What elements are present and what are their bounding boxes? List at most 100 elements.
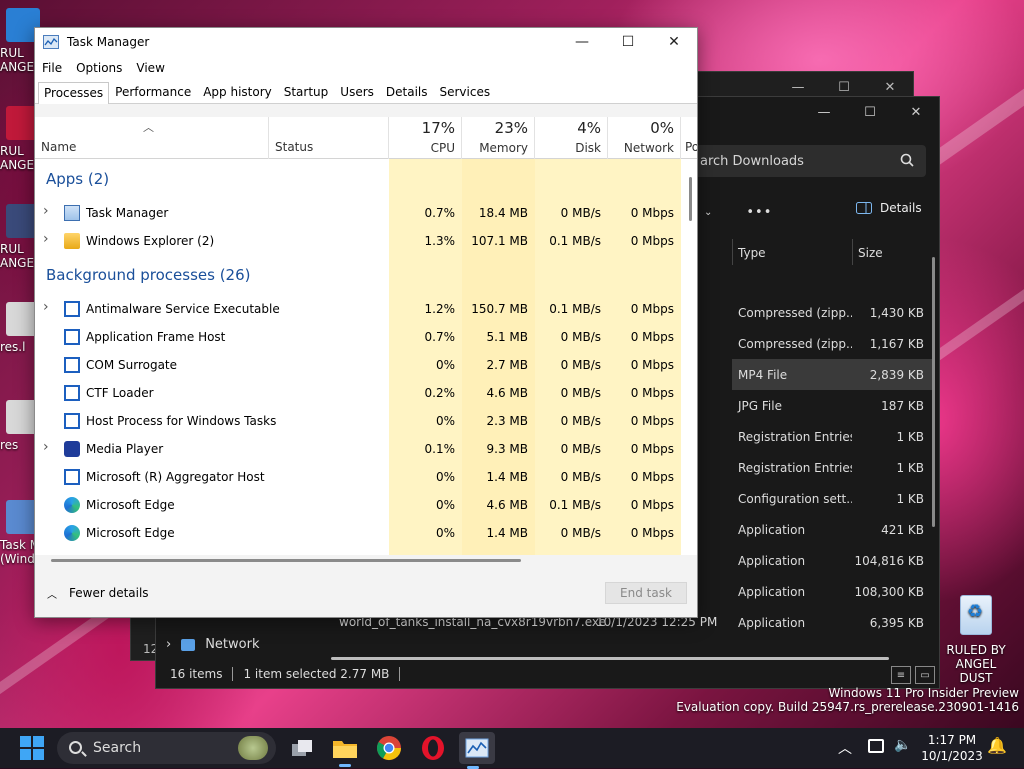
maximize-icon[interactable]: ☐: [605, 28, 651, 56]
process-row[interactable]: CTF Loader 0.2% 4.6 MB 0 MB/s 0 Mbps: [35, 379, 685, 407]
file-row[interactable]: Compressed (zipp... 1,167 KB: [732, 328, 932, 359]
process-row[interactable]: › Antimalware Service Executable 1.2% 150.7…: [35, 295, 685, 323]
header-network[interactable]: 0% Network: [608, 117, 681, 159]
tab-users[interactable]: Users: [334, 81, 380, 103]
process-row[interactable]: Microsoft Edge 0% 1.4 MB 0 MB/s 0 Mbps: [35, 519, 685, 547]
volume-muted-icon[interactable]: 🔈: [894, 737, 911, 753]
tab-performance[interactable]: Performance: [109, 81, 197, 103]
group-header[interactable]: Apps (2): [35, 159, 685, 199]
col-size[interactable]: Size: [858, 239, 883, 267]
nav-network[interactable]: › Network: [166, 637, 259, 652]
file-row[interactable]: Application 104,816 KB: [732, 545, 932, 576]
column-header: ︿ Name Status 17% CPU 23% Memory 4% Disk…: [35, 117, 697, 159]
chevron-right-icon[interactable]: ›: [43, 299, 49, 315]
group-header[interactable]: Background processes (26): [35, 255, 685, 295]
process-mem: 18.4 MB: [478, 206, 528, 220]
fewer-details-link[interactable]: Fewer details: [69, 586, 149, 600]
file-row[interactable]: Application 421 KB: [732, 514, 932, 545]
file-explorer-taskbar-icon[interactable]: [331, 734, 359, 767]
process-mem: 5.1 MB: [486, 330, 528, 344]
task-manager-taskbar-icon[interactable]: [459, 732, 495, 769]
tiles-view-icon[interactable]: ▭: [915, 666, 935, 684]
search-downloads-input[interactable]: arch Downloads: [686, 145, 926, 177]
process-row[interactable]: Application Frame Host 0.7% 5.1 MB 0 MB/s 0 …: [35, 323, 685, 351]
process-mem: 1.4 MB: [486, 526, 528, 540]
process-row[interactable]: › Windows Explorer (2) 1.3% 107.1 MB 0.1 MB/…: [35, 227, 685, 255]
header-disk[interactable]: 4% Disk: [535, 117, 608, 159]
start-button[interactable]: [20, 736, 44, 760]
menu-bar: File Options View: [35, 56, 697, 80]
close-icon[interactable]: ✕: [893, 97, 939, 127]
chevron-right-icon[interactable]: ›: [43, 231, 49, 247]
file-row[interactable]: Registration Entries 1 KB: [732, 421, 932, 452]
tab-processes[interactable]: Processes: [38, 82, 110, 104]
more-options-button[interactable]: •••: [746, 205, 772, 220]
file-row[interactable]: Compressed (zipp... 1,430 KB: [732, 297, 932, 328]
file-type: Registration Entries: [738, 429, 852, 444]
process-disk: 0 MB/s: [560, 358, 601, 372]
col-type[interactable]: Type: [738, 239, 766, 267]
vertical-scrollbar[interactable]: [689, 177, 692, 221]
details-view-icon[interactable]: ≡: [891, 666, 911, 684]
process-row[interactable]: › Media Player 0.1% 9.3 MB 0 MB/s 0 Mbps: [35, 435, 685, 463]
chevron-down-icon[interactable]: ⌄: [704, 207, 712, 218]
file-row[interactable]: Application 6,395 KB: [732, 607, 932, 638]
process-mem: 4.6 MB: [486, 386, 528, 400]
file-size: 187 KB: [881, 398, 924, 413]
process-disk: 0 MB/s: [560, 330, 601, 344]
details-pane-button[interactable]: Details: [856, 201, 922, 215]
window-icon: [64, 413, 80, 429]
chevron-up-icon[interactable]: ︿: [838, 738, 852, 758]
menu-file[interactable]: File: [42, 61, 62, 75]
clock[interactable]: 1:17 PM 10/1/2023: [916, 732, 988, 764]
chevron-right-icon[interactable]: ›: [43, 203, 49, 219]
tab-details[interactable]: Details: [380, 81, 434, 103]
file-size: 2,839 KB: [869, 367, 924, 382]
tab-services[interactable]: Services: [434, 81, 497, 103]
tab-app-history[interactable]: App history: [197, 81, 278, 103]
chevron-right-icon[interactable]: ›: [43, 439, 49, 455]
tab-startup[interactable]: Startup: [278, 81, 335, 103]
header-power[interactable]: Po: [685, 140, 697, 154]
header-memory[interactable]: 23% Memory: [462, 117, 535, 159]
taskbar-search[interactable]: Search: [57, 732, 276, 764]
menu-view[interactable]: View: [136, 61, 164, 75]
chevron-up-icon[interactable]: ︿: [47, 586, 57, 601]
chrome-icon[interactable]: [375, 734, 403, 762]
minimize-icon[interactable]: —: [559, 28, 605, 56]
recycle-bin-label: RULED BY ANGEL DUST: [946, 643, 1006, 685]
header-cpu[interactable]: 17% CPU: [389, 117, 462, 159]
horizontal-scrollbar[interactable]: [51, 559, 521, 562]
file-row[interactable]: MP4 File 2,839 KB: [732, 359, 932, 390]
file-row[interactable]: Application 108,300 KB: [732, 576, 932, 607]
task-manager-window[interactable]: Task Manager — ☐ ✕ File Options View Proce…: [34, 27, 698, 618]
vertical-scrollbar[interactable]: [932, 257, 935, 527]
task-view-icon[interactable]: [288, 734, 316, 762]
menu-options[interactable]: Options: [76, 61, 122, 75]
file-row[interactable]: Registration Entries 1 KB: [732, 452, 932, 483]
process-cpu: 0.7%: [424, 206, 456, 220]
opera-icon[interactable]: [419, 734, 447, 762]
process-disk: 0.1 MB/s: [549, 498, 601, 512]
process-row[interactable]: COM Surrogate 0% 2.7 MB 0 MB/s 0 Mbps: [35, 351, 685, 379]
process-row[interactable]: Microsoft (R) Aggregator Host 0% 1.4 MB 0 M…: [35, 463, 685, 491]
network-status-icon[interactable]: [868, 739, 884, 753]
process-row[interactable]: Microsoft Edge 0% 4.6 MB 0.1 MB/s 0 Mbps: [35, 491, 685, 519]
end-task-button[interactable]: End task: [605, 582, 687, 604]
recycle-bin[interactable]: RULED BY ANGEL DUST: [938, 595, 1014, 685]
search-icon: [69, 741, 82, 754]
process-row[interactable]: Host Process for Windows Tasks 0% 2.3 MB 0 …: [35, 407, 685, 435]
close-icon[interactable]: ✕: [651, 28, 697, 56]
file-row[interactable]: JPG File 187 KB: [732, 390, 932, 421]
maximize-icon[interactable]: ☐: [847, 97, 893, 127]
folder-icon: [64, 233, 80, 249]
process-row[interactable]: › Task Manager 0.7% 18.4 MB 0 MB/s 0 Mbps: [35, 199, 685, 227]
process-grid: ︿ Name Status 17% CPU 23% Memory 4% Disk…: [35, 117, 697, 555]
file-row[interactable]: Configuration sett... 1 KB: [732, 483, 932, 514]
process-mem: 2.7 MB: [486, 358, 528, 372]
notification-bell-icon[interactable]: 🔔: [987, 736, 1007, 755]
minimize-icon[interactable]: —: [801, 97, 847, 127]
file-type: Compressed (zipp...: [738, 336, 852, 351]
process-name: Application Frame Host: [86, 330, 226, 344]
status-item-count: 16 items: [170, 667, 223, 681]
